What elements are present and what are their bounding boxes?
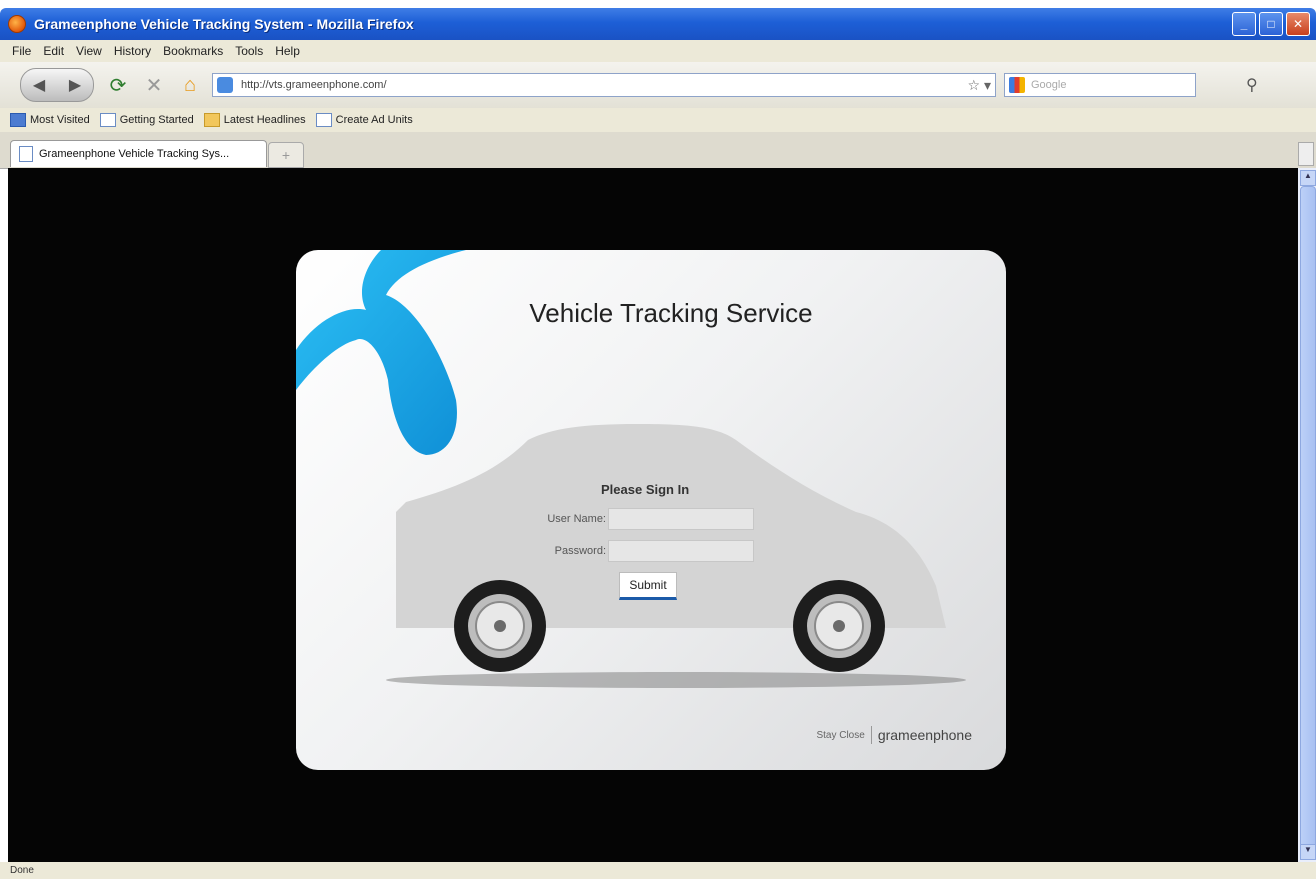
page-icon (315, 113, 332, 127)
menu-bookmarks[interactable]: Bookmarks (163, 44, 223, 58)
tab-vehicle-tracking[interactable]: Grameenphone Vehicle Tracking Sys... (10, 140, 267, 167)
username-label: User Name: (547, 513, 606, 525)
search-magnifier-icon[interactable]: ⚲ (1246, 75, 1258, 95)
site-identity-icon[interactable] (217, 77, 233, 93)
brand-footer: Stay Close grameenphone (816, 726, 972, 744)
maximize-button[interactable]: □ (1259, 12, 1283, 36)
bookmark-getting-started[interactable]: Getting Started (99, 113, 194, 127)
page-icon (19, 146, 33, 162)
back-forward-buttons[interactable]: ◀ ▶ (20, 68, 94, 102)
login-card: Vehicle Tracking Service Please Sign In … (296, 250, 1006, 770)
window-titlebar: Grameenphone Vehicle Tracking System - M… (0, 8, 1316, 40)
rss-folder-icon (203, 113, 220, 127)
window-title: Grameenphone Vehicle Tracking System - M… (34, 16, 414, 32)
menu-history[interactable]: History (114, 44, 151, 58)
scroll-up-arrow-icon[interactable]: ▲ (1300, 170, 1316, 186)
scroll-down-arrow-icon[interactable]: ▼ (1300, 844, 1316, 860)
page-viewport: Vehicle Tracking Service Please Sign In … (8, 168, 1298, 862)
bookmark-label: Latest Headlines (223, 114, 306, 126)
brand-tagline: Stay Close (816, 729, 865, 741)
forward-arrow-icon[interactable]: ▶ (69, 75, 81, 95)
most-visited-icon (10, 113, 26, 127)
bookmark-label: Getting Started (119, 114, 194, 126)
menu-tools[interactable]: Tools (235, 44, 263, 58)
back-arrow-icon[interactable]: ◀ (33, 75, 45, 95)
search-bar[interactable]: Google (1004, 73, 1196, 97)
bookmark-label: Most Visited (30, 114, 90, 126)
window-controls: _ □ ✕ (1232, 12, 1310, 36)
status-text: Done (10, 865, 34, 876)
front-wheel (454, 580, 546, 672)
menu-file[interactable]: File (12, 44, 31, 58)
menu-edit[interactable]: Edit (43, 44, 64, 58)
bookmark-create-ad-units[interactable]: Create Ad Units (315, 113, 413, 127)
bookmarks-toolbar: Most Visited Getting Started Latest Head… (0, 108, 1316, 132)
signin-title: Please Sign In (601, 482, 690, 497)
bookmark-latest-headlines[interactable]: Latest Headlines (203, 113, 306, 127)
tab-label: Grameenphone Vehicle Tracking Sys... (39, 148, 230, 160)
vertical-scrollbar[interactable]: ▲ ▼ (1298, 168, 1316, 862)
password-label: Password: (554, 545, 606, 557)
bookmark-label: Create Ad Units (335, 114, 413, 126)
reload-icon[interactable]: ⟳ (106, 73, 130, 98)
tab-list-button[interactable] (1298, 142, 1314, 166)
bookmark-most-visited[interactable]: Most Visited (10, 113, 90, 127)
google-icon[interactable] (1009, 77, 1025, 93)
url-bar[interactable]: http://vts.grameenphone.com/ ☆ ▾ (212, 73, 996, 97)
home-icon[interactable]: ⌂ (178, 74, 202, 97)
menu-bar: File Edit View History Bookmarks Tools H… (0, 40, 1316, 62)
bookmark-star-icon[interactable]: ☆ ▾ (968, 77, 991, 94)
stop-icon[interactable]: ✕ (142, 73, 166, 98)
username-field[interactable] (608, 508, 754, 530)
brand-divider (870, 726, 872, 744)
menu-view[interactable]: View (76, 44, 102, 58)
brand-name: grameenphone (877, 727, 972, 743)
rear-wheel (793, 580, 885, 672)
password-field[interactable] (608, 540, 754, 562)
tab-strip: Grameenphone Vehicle Tracking Sys... + (0, 132, 1316, 169)
submit-button[interactable]: Submit (619, 572, 677, 600)
firefox-icon (8, 15, 26, 33)
close-button[interactable]: ✕ (1286, 12, 1310, 36)
scrollbar-thumb[interactable] (1300, 186, 1316, 848)
menu-help[interactable]: Help (275, 44, 300, 58)
page-icon (99, 113, 116, 127)
navigation-toolbar: ◀ ▶ ⟳ ✕ ⌂ http://vts.grameenphone.com/ ☆… (0, 62, 1316, 108)
url-text[interactable]: http://vts.grameenphone.com/ (241, 79, 387, 91)
new-tab-button[interactable]: + (268, 142, 304, 168)
status-bar: Done (0, 862, 1316, 879)
search-placeholder[interactable]: Google (1031, 79, 1066, 91)
minimize-button[interactable]: _ (1232, 12, 1256, 36)
